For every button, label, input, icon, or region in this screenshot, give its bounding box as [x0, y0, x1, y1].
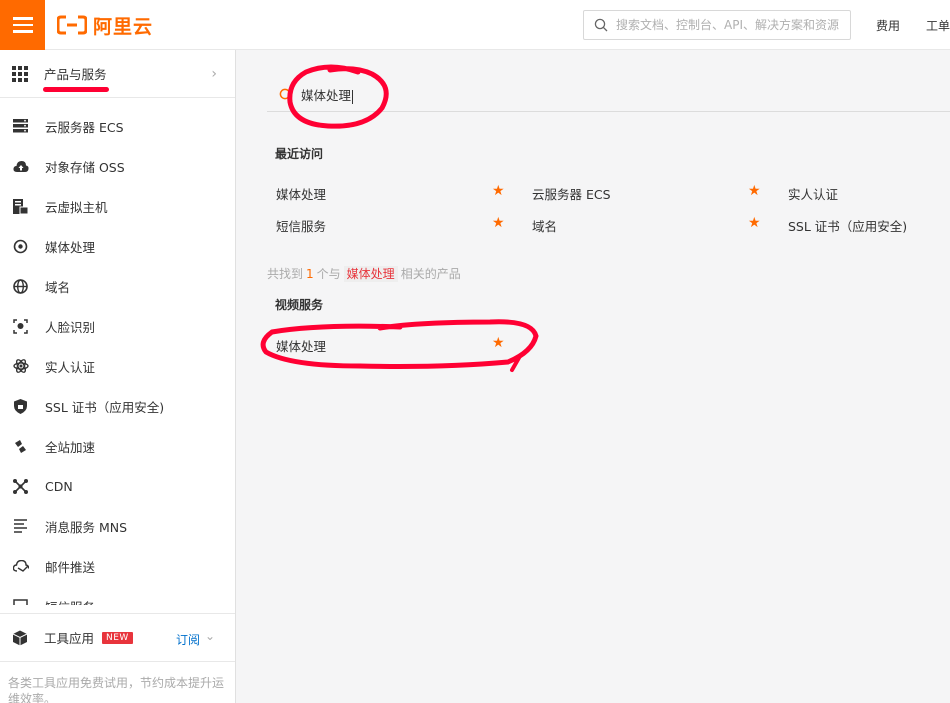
sidebar-item-media[interactable]: 媒体处理 [0, 226, 235, 266]
network-icon [12, 478, 29, 495]
server-icon [12, 118, 29, 135]
sidebar-item-real-person-auth[interactable]: 实人认证 [0, 346, 235, 386]
sms-icon [12, 598, 29, 605]
products-services-label: 产品与服务 [44, 67, 107, 82]
sidebar-item-label: 全站加速 [45, 439, 96, 455]
sidebar-item-ssl[interactable]: SSL 证书（应用安全) [0, 386, 235, 426]
top-bar: 阿里云 费用 工单 [0, 0, 950, 50]
sidebar-item-label: 云服务器 ECS [45, 119, 124, 135]
hamburger-icon [12, 15, 33, 35]
text-caret [352, 89, 354, 104]
search-icon [279, 88, 293, 102]
red-underline-annotation [43, 87, 109, 92]
star-icon[interactable]: ★ [492, 336, 505, 350]
mail-push-icon [12, 558, 29, 575]
search-icon [594, 18, 608, 32]
virtual-host-icon [12, 198, 29, 215]
search-result-summary: 共找到 1 个与 媒体处理 相关的产品 [267, 266, 461, 282]
sidebar-item-label: SSL 证书（应用安全) [45, 399, 165, 415]
sidebar-item-domain[interactable]: 域名 [0, 266, 235, 306]
sidebar-item-ecs[interactable]: 云服务器 ECS [0, 106, 235, 146]
sidebar-item-face-recognition[interactable]: 人脸识别 [0, 306, 235, 346]
sidebar-item-sms[interactable]: 短信服务 [0, 586, 235, 605]
result-count: 1 [306, 267, 314, 281]
sidebar-item-label: 短信服务 [45, 597, 95, 606]
shield-icon [12, 398, 29, 415]
grid-icon [12, 65, 28, 82]
new-badge: NEW [102, 631, 133, 644]
media-icon [12, 238, 29, 255]
recent-item[interactable]: 媒体处理 [276, 184, 326, 203]
sidebar-item-label: CDN [45, 478, 73, 494]
logo[interactable]: 阿里云 [57, 13, 154, 38]
recent-item[interactable]: 短信服务 [276, 216, 326, 235]
sidebar-item-label: 邮件推送 [45, 559, 96, 575]
sidebar-item-label: 人脸识别 [45, 319, 96, 335]
globe-icon [12, 278, 29, 295]
search-input[interactable] [616, 18, 846, 32]
sidebar-item-label: 对象存储 OSS [45, 159, 125, 175]
tools-apps-row[interactable]: 工具应用 NEW 订阅 ⌄ [0, 613, 235, 661]
face-scan-icon [12, 318, 29, 335]
global-search[interactable] [583, 10, 851, 40]
sidebar-item-label: 域名 [45, 279, 71, 295]
acceleration-icon [12, 438, 29, 455]
sidebar: 产品与服务 › 云服务器 ECS 对象存储 OSS 云虚拟主机 媒体处理 域名 … [0, 50, 236, 703]
sidebar-item-oss[interactable]: 对象存储 OSS [0, 146, 235, 186]
sidebar-item-label: 媒体处理 [45, 239, 96, 255]
recent-item[interactable]: 云服务器 ECS [532, 184, 611, 203]
sidebar-item-label: 消息服务 MNS [45, 519, 128, 535]
subscribe-link[interactable]: 订阅 [176, 631, 200, 648]
sidebar-item-dcdn[interactable]: 全站加速 [0, 426, 235, 466]
brand-name: 阿里云 [93, 15, 154, 38]
sidebar-item-mns[interactable]: 消息服务 MNS [0, 506, 235, 546]
cube-icon [12, 630, 28, 645]
cloud-upload-icon [12, 158, 29, 175]
search-query[interactable]: 媒体处理 [301, 85, 354, 104]
recent-item[interactable]: 实人认证 [788, 184, 838, 203]
star-icon[interactable]: ★ [492, 216, 505, 230]
chevron-right-icon: › [211, 66, 217, 82]
result-keyword: 媒体处理 [343, 266, 398, 282]
atom-icon [12, 358, 29, 375]
recent-item[interactable]: 域名 [532, 216, 557, 235]
sidebar-item-virtual-host[interactable]: 云虚拟主机 [0, 186, 235, 226]
star-icon[interactable]: ★ [748, 184, 761, 198]
product-search-field[interactable]: 媒体处理 [267, 78, 950, 112]
sidebar-item-label: 实人认证 [45, 359, 96, 375]
star-icon[interactable]: ★ [748, 216, 761, 230]
ticket-link[interactable]: 工单 [926, 17, 950, 34]
message-icon [12, 518, 29, 535]
sidebar-item-mail-push[interactable]: 邮件推送 [0, 546, 235, 586]
search-result-item[interactable]: 媒体处理 [276, 336, 326, 355]
star-icon[interactable]: ★ [492, 184, 505, 198]
billing-link[interactable]: 费用 [876, 17, 900, 34]
recent-visits-title: 最近访问 [275, 147, 324, 161]
tools-apps-label: 工具应用 [44, 631, 95, 646]
products-services-header[interactable]: 产品与服务 › [0, 50, 235, 98]
sidebar-item-label: 云虚拟主机 [45, 199, 108, 215]
aliyun-logo-icon [57, 15, 87, 35]
tools-description: 各类工具应用免费试用，节约成本提升运维效率。 [0, 661, 235, 703]
chevron-down-icon[interactable]: ⌄ [205, 629, 215, 643]
recent-item[interactable]: SSL 证书（应用安全) [788, 216, 907, 235]
sidebar-product-list: 云服务器 ECS 对象存储 OSS 云虚拟主机 媒体处理 域名 人脸识别 实人认… [0, 98, 235, 605]
menu-button[interactable] [0, 0, 45, 50]
video-services-title: 视频服务 [275, 298, 324, 312]
sidebar-item-cdn[interactable]: CDN [0, 466, 235, 506]
product-search-panel: 媒体处理 最近访问 媒体处理 ★ 云服务器 ECS ★ 实人认证 短信服务 ★ … [237, 50, 950, 703]
